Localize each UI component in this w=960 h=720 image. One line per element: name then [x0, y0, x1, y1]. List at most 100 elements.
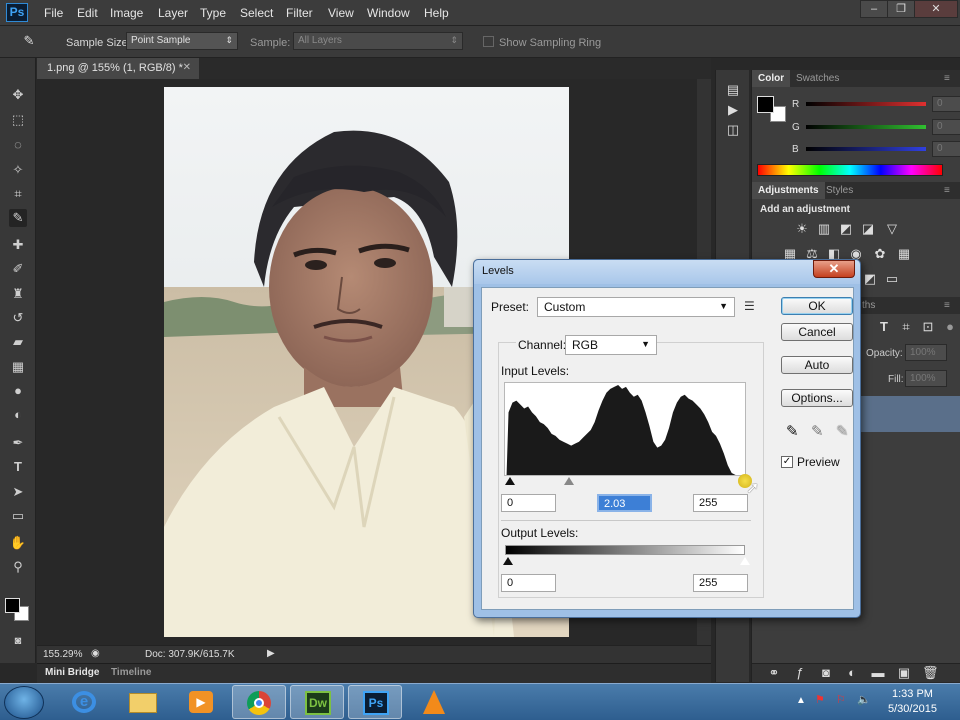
- eraser-tool-icon[interactable]: ▰: [9, 333, 27, 351]
- foreground-color-swatch[interactable]: [5, 598, 20, 613]
- tab-mini-bridge[interactable]: Mini Bridge: [45, 667, 99, 678]
- preset-select[interactable]: Custom ▼: [537, 297, 735, 317]
- clock-time[interactable]: 1:33 PM: [892, 688, 933, 700]
- selective-color-icon[interactable]: ▭: [884, 271, 900, 287]
- menu-edit[interactable]: Edit: [77, 6, 98, 20]
- red-slider[interactable]: R 0: [792, 96, 960, 112]
- brush-tool-icon[interactable]: ✐: [9, 260, 27, 278]
- menu-layer[interactable]: Layer: [158, 6, 188, 20]
- menu-view[interactable]: View: [328, 6, 354, 20]
- properties-icon[interactable]: ◫: [725, 122, 741, 138]
- lasso-tool-icon[interactable]: ◌: [9, 136, 27, 154]
- panel-menu-icon[interactable]: ≡: [938, 182, 956, 199]
- minimize-icon[interactable]: –: [860, 0, 888, 18]
- volume-icon[interactable]: 🔈: [857, 693, 871, 706]
- exposure-icon[interactable]: ◪: [860, 221, 876, 237]
- menu-file[interactable]: File: [44, 6, 63, 20]
- output-white-field[interactable]: 255: [693, 574, 748, 592]
- sample-layers-select[interactable]: All Layers ⇕: [293, 32, 463, 50]
- network-error-icon[interactable]: ⚑: [815, 693, 825, 706]
- dodge-tool-icon[interactable]: ◐: [9, 406, 27, 424]
- pen-tool-icon[interactable]: ✒: [9, 434, 27, 452]
- eyedropper-icon[interactable]: ✎: [20, 32, 38, 50]
- white-eyedropper-icon[interactable]: ✎: [836, 422, 849, 440]
- close-icon[interactable]: ✕: [914, 0, 958, 18]
- brightness-contrast-icon[interactable]: ☀: [794, 221, 810, 237]
- gradient-tool-icon[interactable]: ▦: [9, 358, 27, 376]
- restore-icon[interactable]: ❐: [887, 0, 915, 18]
- quick-select-tool-icon[interactable]: ✧: [9, 161, 27, 179]
- close-tab-icon[interactable]: ✕: [183, 62, 191, 73]
- link-layers-icon[interactable]: ⚭: [766, 665, 782, 681]
- healing-brush-tool-icon[interactable]: ✚: [9, 236, 27, 254]
- input-black-slider[interactable]: [505, 477, 515, 485]
- dialog-close-icon[interactable]: ✕: [813, 260, 855, 278]
- tab-adjustments[interactable]: Adjustments: [752, 182, 825, 199]
- delete-layer-icon[interactable]: 🗑: [922, 665, 939, 681]
- tab-styles[interactable]: Styles: [820, 182, 859, 199]
- status-menu-arrow-icon[interactable]: ▶: [267, 648, 275, 659]
- blue-slider[interactable]: B 0: [792, 141, 960, 157]
- start-button[interactable]: [4, 686, 44, 719]
- blur-tool-icon[interactable]: ●: [9, 382, 27, 400]
- curves-icon[interactable]: ◩: [838, 221, 854, 237]
- layer-mask-icon[interactable]: ◙: [818, 665, 834, 681]
- menu-window[interactable]: Window: [367, 6, 410, 20]
- new-group-icon[interactable]: ▬: [870, 665, 886, 681]
- dialog-titlebar[interactable]: Levels ✕: [474, 260, 860, 284]
- output-black-slider[interactable]: [503, 557, 513, 565]
- input-gamma-field[interactable]: 2.03: [597, 494, 652, 512]
- input-gamma-slider[interactable]: [564, 477, 574, 485]
- new-layer-icon[interactable]: ▣: [896, 665, 912, 681]
- layer-row-selected[interactable]: [860, 396, 960, 432]
- gray-eyedropper-icon[interactable]: ✎: [811, 422, 824, 440]
- input-black-field[interactable]: 0: [501, 494, 556, 512]
- status-info-icon[interactable]: ◉: [91, 648, 100, 659]
- zoom-tool-icon[interactable]: ⚲: [9, 558, 27, 576]
- filter-toggle-icon[interactable]: ●: [942, 319, 958, 335]
- smart-filter-icon[interactable]: ⊡: [920, 319, 936, 335]
- color-spectrum-ramp[interactable]: [757, 164, 943, 176]
- move-tool-icon[interactable]: ✥: [9, 86, 27, 104]
- menu-select[interactable]: Select: [240, 6, 273, 20]
- output-black-field[interactable]: 0: [501, 574, 556, 592]
- levels-icon[interactable]: ▥: [816, 221, 832, 237]
- eyedropper-tool-icon[interactable]: ✎: [9, 209, 27, 227]
- path-select-tool-icon[interactable]: ➤: [9, 483, 27, 501]
- layer-style-icon[interactable]: ƒ: [792, 665, 808, 681]
- tab-timeline[interactable]: Timeline: [111, 667, 151, 678]
- dreamweaver-icon[interactable]: Dw: [290, 685, 344, 719]
- tab-color[interactable]: Color: [752, 70, 791, 87]
- panel-menu-icon[interactable]: ≡: [938, 297, 956, 314]
- color-lookup-icon[interactable]: ▦: [896, 246, 912, 262]
- vlc-icon[interactable]: [406, 685, 460, 719]
- auto-button[interactable]: Auto: [781, 356, 853, 374]
- sample-size-select[interactable]: Point Sample ⇕: [126, 32, 238, 50]
- crop-tool-icon[interactable]: ⌗: [9, 185, 27, 203]
- channel-mixer-icon[interactable]: ✿: [872, 246, 888, 262]
- history-brush-tool-icon[interactable]: ↺: [9, 309, 27, 327]
- marquee-tool-icon[interactable]: ⬚: [9, 111, 27, 129]
- internet-explorer-icon[interactable]: e: [58, 685, 112, 719]
- type-filter-icon[interactable]: T: [876, 319, 892, 335]
- foreground-color-chip[interactable]: [757, 96, 774, 113]
- cancel-button[interactable]: Cancel: [781, 323, 853, 341]
- vibrance-icon[interactable]: ▽: [884, 221, 900, 237]
- chrome-icon[interactable]: [232, 685, 286, 719]
- fill-field[interactable]: 100%: [905, 370, 947, 387]
- actions-icon[interactable]: ▶: [725, 102, 741, 118]
- clock-date[interactable]: 5/30/2015: [888, 703, 937, 715]
- show-hidden-icons-icon[interactable]: ▲: [796, 695, 806, 706]
- zoom-level[interactable]: 155.29%: [43, 649, 82, 660]
- ok-button[interactable]: OK: [781, 297, 853, 315]
- new-adjustment-icon[interactable]: ◐: [844, 665, 860, 681]
- media-player-icon[interactable]: ▶: [174, 685, 228, 719]
- preset-options-icon[interactable]: ☰: [744, 299, 755, 313]
- opacity-field[interactable]: 100%: [905, 344, 947, 361]
- tab-swatches[interactable]: Swatches: [790, 70, 845, 87]
- channel-select[interactable]: RGB ▼: [565, 335, 657, 355]
- rectangle-tool-icon[interactable]: ▭: [9, 507, 27, 525]
- history-icon[interactable]: ▤: [725, 82, 741, 98]
- menu-image[interactable]: Image: [110, 6, 143, 20]
- action-center-icon[interactable]: ⚐: [836, 693, 846, 706]
